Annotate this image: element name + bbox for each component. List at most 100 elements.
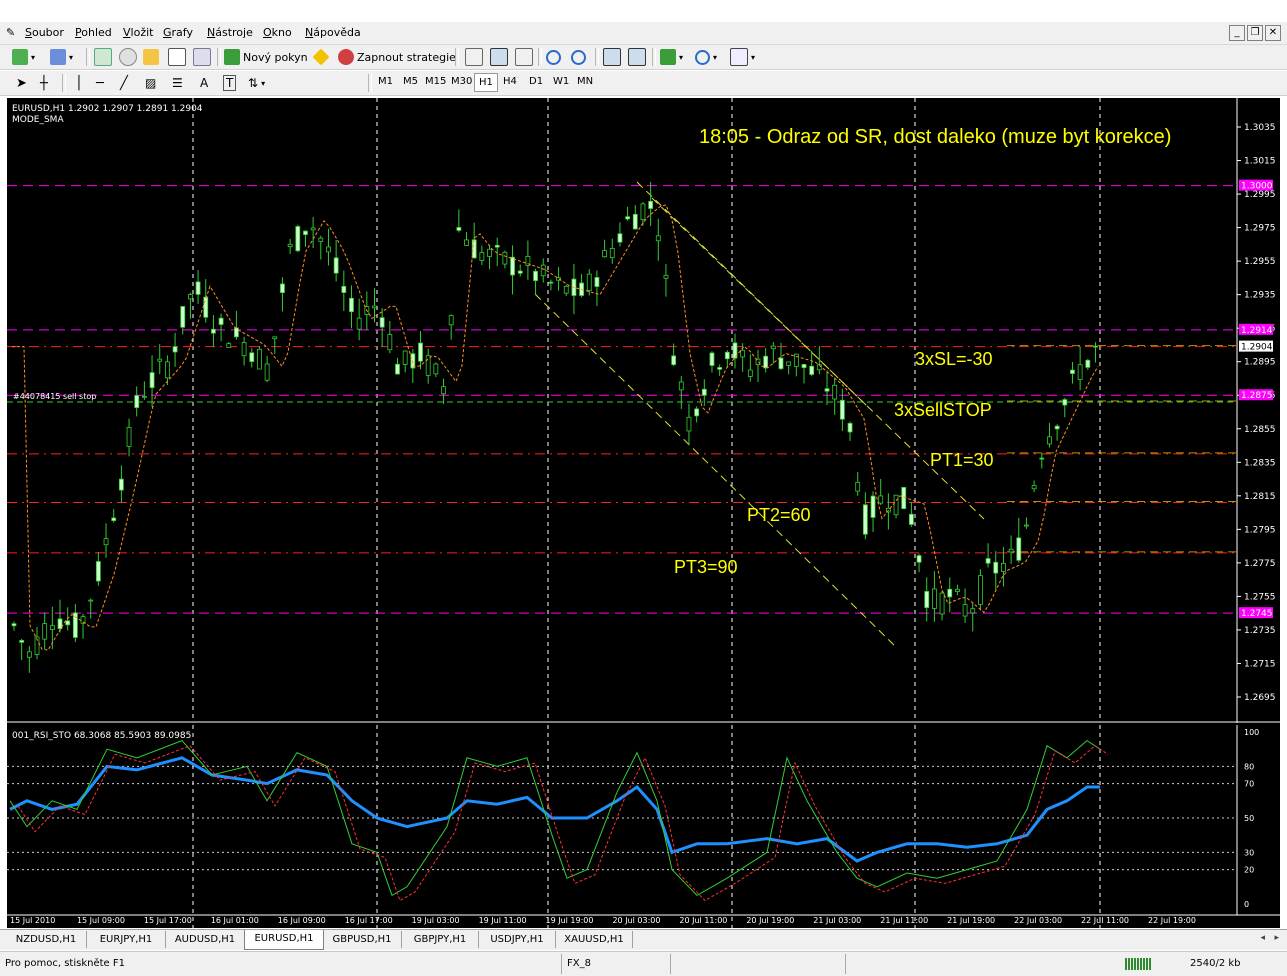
autoscroll-button[interactable]: [603, 48, 621, 66]
timeframe-w1[interactable]: W1: [553, 76, 569, 87]
timeframe-h1[interactable]: H1: [474, 73, 498, 92]
candle: [487, 244, 492, 270]
trendline-button[interactable]: ╱: [120, 74, 128, 92]
price-tick-label: 1.2775: [1244, 559, 1276, 569]
candle-body: [1047, 436, 1052, 445]
text-button[interactable]: A: [200, 74, 208, 92]
restore-icon[interactable]: ❐: [1247, 25, 1263, 41]
label-sl: 3xSL=-30: [915, 349, 993, 369]
data-window-button[interactable]: [119, 48, 137, 66]
terminal-button[interactable]: [168, 48, 186, 66]
menu-okno[interactable]: Okno: [263, 26, 292, 39]
candle: [1093, 342, 1098, 363]
bar-chart-button[interactable]: [465, 48, 483, 66]
menu-grafy[interactable]: Grafy: [163, 26, 193, 39]
candle: [724, 350, 730, 368]
cursor-button[interactable]: ➤: [16, 74, 27, 92]
timeframe-mn[interactable]: MN: [577, 76, 593, 87]
time-axis-label: 16 Jul 17:00: [345, 916, 393, 925]
price-flag: 1.2914: [1239, 323, 1273, 336]
tab-eurjpy[interactable]: EURJPY,H1: [87, 931, 166, 948]
candle-body: [701, 388, 707, 396]
crosshair-button[interactable]: ┼: [40, 74, 48, 92]
time-axis-label: 21 Jul 03:00: [813, 916, 861, 925]
timeframe-m15[interactable]: M15: [425, 76, 446, 87]
price-chart[interactable]: EURUSD,H1 1.2902 1.2907 1.2891 1.2904 MO…: [7, 98, 1280, 723]
chart-shift-button[interactable]: [628, 48, 646, 66]
arrows-icon: ⇅: [248, 76, 259, 90]
candle: [464, 232, 469, 247]
separator: [652, 48, 656, 66]
tab-gbpjpy[interactable]: GBPJPY,H1: [402, 931, 479, 948]
candle-body: [1031, 485, 1037, 490]
timeframe-d1[interactable]: D1: [529, 76, 543, 87]
candle-body: [809, 365, 815, 375]
menu-vlozit[interactable]: Vložit: [123, 26, 153, 39]
price-tick-label: 1.2835: [1244, 458, 1276, 468]
expert-advisors-button[interactable]: Zapnout strategie: [338, 48, 456, 66]
new-chart-button[interactable]: ▾: [12, 48, 35, 66]
menu-pohled[interactable]: Pohled: [75, 26, 112, 39]
tab-xauusd[interactable]: XAUUSD,H1: [556, 931, 633, 948]
tab-scroll-left-icon[interactable]: ◂: [1260, 933, 1265, 943]
tab-usdjpy[interactable]: USDJPY,H1: [479, 931, 556, 948]
tester-button[interactable]: [193, 48, 211, 66]
candle: [57, 599, 63, 633]
close-icon[interactable]: ✕: [1265, 25, 1281, 41]
arrows-button[interactable]: ⇅ ▾: [248, 74, 265, 92]
candle-body: [632, 213, 638, 230]
periods-button[interactable]: ▾: [695, 48, 717, 66]
timeframe-m30[interactable]: M30: [451, 76, 472, 87]
menu-nastroje[interactable]: Nástroje: [207, 26, 253, 39]
tab-audusd[interactable]: AUDUSD,H1: [166, 931, 245, 948]
new-order-button[interactable]: Nový pokyn: [224, 48, 308, 66]
menu-napoveda[interactable]: Nápověda: [305, 26, 361, 39]
timeframe-m1[interactable]: M1: [378, 76, 393, 87]
tab-nzdusd[interactable]: NZDUSD,H1: [6, 931, 87, 948]
price-tick-label: 1.2735: [1244, 626, 1276, 636]
zoom-in-button[interactable]: [546, 48, 561, 66]
candle-body: [26, 651, 32, 658]
candle-body: [533, 270, 538, 282]
candle-body: [111, 517, 117, 521]
separator: [368, 74, 372, 92]
candle-body: [280, 283, 285, 294]
vertical-line-button[interactable]: │: [75, 74, 83, 92]
text-label-button[interactable]: T: [223, 74, 237, 92]
minimize-icon[interactable]: _: [1229, 25, 1245, 41]
candle: [962, 588, 968, 623]
candle: [218, 313, 224, 342]
rsi-sto-subwindow[interactable]: 001_RSI_STO 68.3068 85.5903 89.0985 15 J…: [7, 725, 1280, 928]
sma-line: [12, 204, 1099, 651]
fibonacci-button[interactable]: ☰: [172, 74, 183, 92]
candle-chart-button[interactable]: [490, 48, 508, 66]
price-flag: 1.3000: [1239, 179, 1273, 192]
tab-gbpusd[interactable]: GBPUSD,H1: [323, 931, 402, 948]
line-chart-button[interactable]: [515, 48, 533, 66]
templates-button[interactable]: ▾: [730, 48, 755, 66]
price-tick-label: 1.2895: [1244, 358, 1276, 368]
app-icon[interactable]: ✎: [6, 26, 15, 39]
metaeditor-button[interactable]: [312, 48, 330, 66]
profiles-button[interactable]: ▾: [50, 48, 73, 66]
horizontal-line-button[interactable]: ─: [96, 74, 104, 92]
timeframe-m5[interactable]: M5: [403, 76, 418, 87]
candle: [295, 224, 301, 253]
candle: [655, 218, 661, 261]
candle-body: [778, 357, 784, 370]
tab-eurusd[interactable]: EURUSD,H1: [244, 930, 324, 950]
market-watch-button[interactable]: [94, 48, 112, 66]
bar-chart-icon: [465, 48, 483, 66]
navigator-button[interactable]: [143, 48, 159, 66]
timeframe-h4[interactable]: H4: [503, 76, 517, 87]
tab-scroll-right-icon[interactable]: ▸: [1274, 933, 1279, 943]
zoom-out-button[interactable]: [571, 48, 586, 66]
menu-soubor[interactable]: Soubor: [25, 26, 64, 39]
chart-window[interactable]: EURUSD,H1 1.2902 1.2907 1.2891 1.2904 MO…: [7, 98, 1280, 928]
candle-body: [602, 250, 607, 258]
indicators-button[interactable]: ▾: [660, 48, 683, 66]
time-axis-label: 19 Jul 03:00: [412, 916, 460, 925]
channel-button[interactable]: ▨: [145, 74, 156, 92]
candle: [1062, 397, 1068, 418]
candle: [418, 330, 423, 370]
